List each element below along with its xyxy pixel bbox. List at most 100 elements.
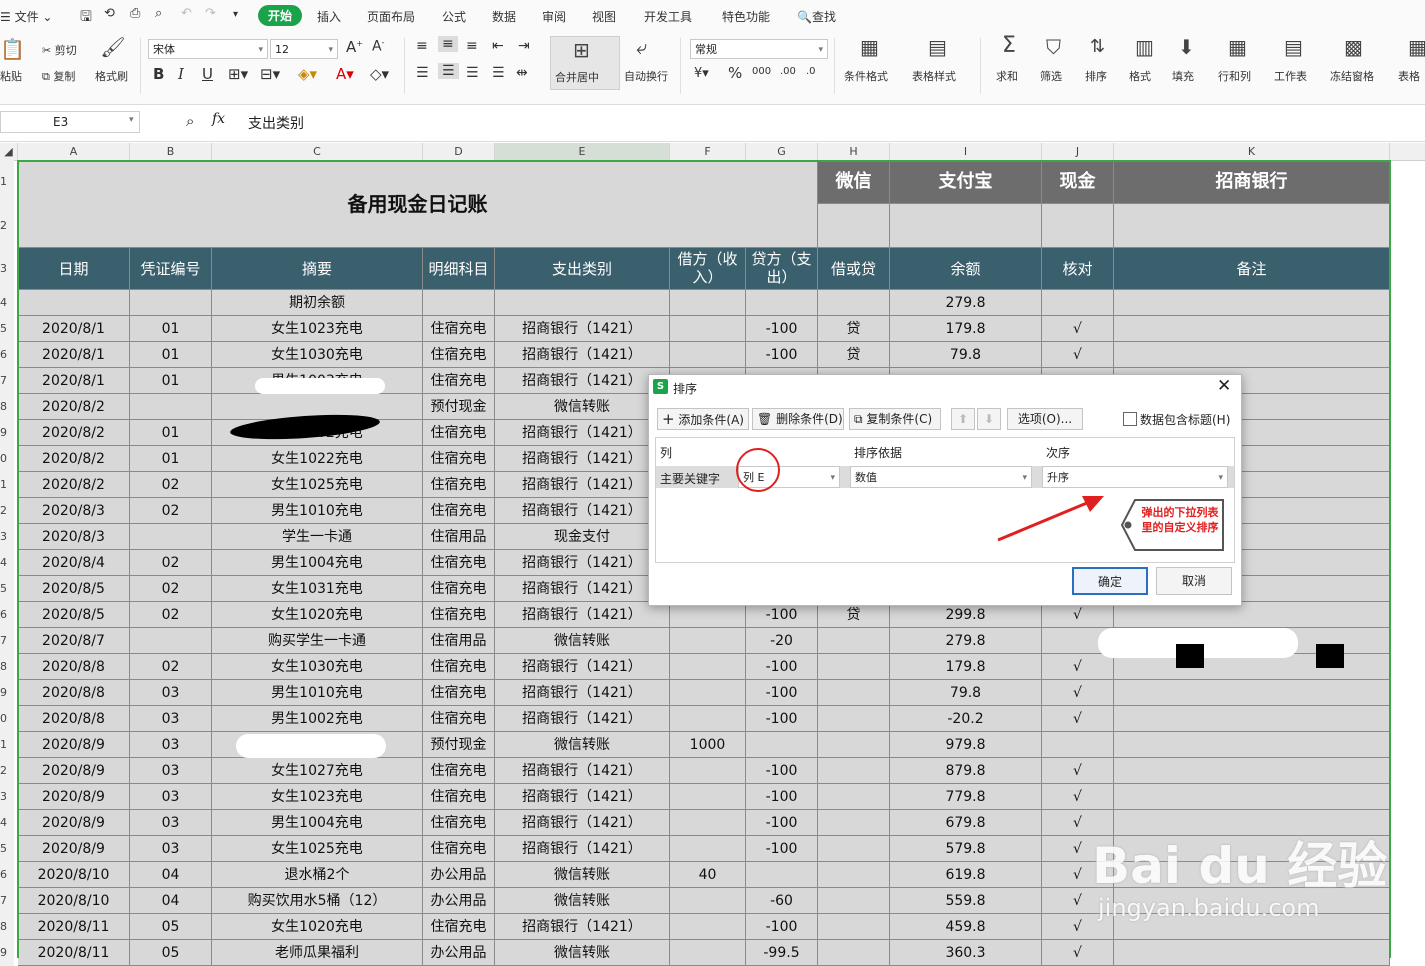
cell-credit[interactable]: -99.5 <box>746 940 818 966</box>
italic-button[interactable]: I <box>178 65 184 83</box>
cell-summary[interactable]: 女生1027充电 <box>212 758 423 784</box>
cell-date[interactable]: 2020/8/8 <box>18 654 130 680</box>
cell-remark[interactable] <box>1114 342 1390 368</box>
row-number[interactable]: 3 <box>0 784 14 810</box>
cell-direction[interactable] <box>818 628 890 654</box>
cell-account[interactable]: 住宿充电 <box>423 680 495 706</box>
table-tools-button[interactable]: 表格 <box>1398 68 1420 84</box>
cell-voucher[interactable] <box>130 394 212 420</box>
column-title-account[interactable]: 明细科目 <box>423 248 495 290</box>
cell-voucher[interactable]: 04 <box>130 888 212 914</box>
row-number[interactable]: 9 <box>0 940 14 966</box>
account-header-wechat[interactable]: 微信 <box>818 160 890 204</box>
cell-check[interactable]: √ <box>1042 316 1114 342</box>
column-title-remark[interactable]: 备注 <box>1114 248 1390 290</box>
sort-button[interactable]: 排序 <box>1085 68 1107 84</box>
cell-summary[interactable]: 女生1020充电 <box>212 914 423 940</box>
freeze-panes-icon[interactable]: ▩ <box>1344 37 1363 57</box>
row-number[interactable]: 5 <box>0 576 14 602</box>
zoom-search-icon[interactable]: ⌕ <box>186 112 194 130</box>
worksheet-button[interactable]: 工作表 <box>1274 68 1307 84</box>
cell-remark[interactable] <box>1114 940 1390 966</box>
indent-increase-icon[interactable]: ⇥ <box>518 38 530 54</box>
tab-review[interactable]: 审阅 <box>542 8 566 25</box>
cell-summary[interactable]: 男生1004充电 <box>212 550 423 576</box>
cell-check[interactable]: √ <box>1042 342 1114 368</box>
column-header[interactable]: J <box>1042 143 1114 160</box>
cell-voucher[interactable]: 03 <box>130 836 212 862</box>
cell-voucher[interactable]: 02 <box>130 498 212 524</box>
cell-account[interactable]: 住宿充电 <box>423 810 495 836</box>
tab-formula[interactable]: 公式 <box>442 8 466 25</box>
column-header[interactable]: K <box>1114 143 1390 160</box>
cell-debit[interactable] <box>670 680 746 706</box>
header-checkbox-label[interactable]: 数据包含标题(H) <box>1140 411 1230 428</box>
worksheet-icon[interactable]: ▤ <box>1284 37 1303 57</box>
thousands-icon[interactable]: 000 <box>752 66 771 77</box>
cell-debit[interactable] <box>670 628 746 654</box>
column-title-debit[interactable]: 借方（收入） <box>670 248 746 290</box>
cell-date[interactable] <box>18 290 130 316</box>
cell-style-icon[interactable]: ⊟▾ <box>260 65 280 83</box>
column-header[interactable]: A <box>18 143 130 160</box>
copy-button[interactable]: ⧉ 复制 <box>42 68 75 84</box>
cell-date[interactable]: 2020/8/10 <box>18 888 130 914</box>
options-button[interactable]: 选项(O)... <box>1007 408 1083 430</box>
row-number[interactable]: 6 <box>0 862 14 888</box>
select-all-corner[interactable]: ◢ <box>0 143 18 160</box>
cell-direction[interactable] <box>818 784 890 810</box>
format-button[interactable]: 格式 <box>1129 68 1151 84</box>
row-number[interactable]: 9 <box>0 420 14 446</box>
cell-debit[interactable] <box>670 810 746 836</box>
cell-debit[interactable] <box>670 836 746 862</box>
cell-check[interactable] <box>1042 290 1114 316</box>
cell-balance[interactable]: 619.8 <box>890 862 1042 888</box>
cell-credit[interactable]: -100 <box>746 758 818 784</box>
cell-summary[interactable]: 男生1010充电 <box>212 498 423 524</box>
tab-insert[interactable]: 插入 <box>317 8 341 25</box>
cell-account[interactable]: 预付现金 <box>423 394 495 420</box>
cell-direction[interactable] <box>818 654 890 680</box>
cell-credit[interactable]: -20 <box>746 628 818 654</box>
conditional-format-button[interactable]: 条件格式 <box>844 68 888 84</box>
sum-button[interactable]: 求和 <box>996 68 1018 84</box>
cell-account[interactable]: 办公用品 <box>423 888 495 914</box>
cell-direction[interactable]: 贷 <box>818 342 890 368</box>
cell-voucher[interactable]: 05 <box>130 940 212 966</box>
cell-direction[interactable]: 贷 <box>818 316 890 342</box>
cell-account[interactable]: 住宿充电 <box>423 602 495 628</box>
cell-category[interactable]: 招商银行（1421） <box>495 602 670 628</box>
cell-summary[interactable]: 女生1030充电 <box>212 654 423 680</box>
row-number[interactable]: 3 <box>0 248 14 290</box>
cell-debit[interactable] <box>670 290 746 316</box>
cell-voucher[interactable]: 03 <box>130 758 212 784</box>
cell-direction[interactable] <box>818 888 890 914</box>
cell-voucher[interactable]: 01 <box>130 316 212 342</box>
cell-date[interactable]: 2020/8/10 <box>18 862 130 888</box>
column-header[interactable]: H <box>818 143 890 160</box>
cell-summary[interactable]: 女生1025充电 <box>212 836 423 862</box>
cell-balance[interactable]: -20.2 <box>890 706 1042 732</box>
column-header[interactable]: F <box>670 143 746 160</box>
cell-category[interactable]: 招商银行（1421） <box>495 680 670 706</box>
format-painter-icon[interactable]: 🖌 <box>100 37 126 57</box>
cell-summary[interactable]: 女生1025充电 <box>212 472 423 498</box>
align-right-icon[interactable]: ☰ <box>466 65 479 81</box>
tab-view[interactable]: 视图 <box>592 8 616 25</box>
increase-decimal-icon[interactable]: .00 <box>780 66 796 77</box>
cell-debit[interactable] <box>670 758 746 784</box>
cell-summary[interactable]: 女生1022充电 <box>212 446 423 472</box>
column-title-voucher[interactable]: 凭证编号 <box>130 248 212 290</box>
cell-credit[interactable]: -100 <box>746 914 818 940</box>
row-number[interactable]: 7 <box>0 888 14 914</box>
cell-summary[interactable]: 老师瓜果福利 <box>212 940 423 966</box>
account-header-cmb[interactable]: 招商银行 <box>1114 160 1390 204</box>
cell-date[interactable]: 2020/8/9 <box>18 810 130 836</box>
add-condition-button[interactable]: + 添加条件(A) <box>657 408 749 430</box>
cell-date[interactable]: 2020/8/1 <box>18 316 130 342</box>
cell-category[interactable]: 微信转账 <box>495 862 670 888</box>
cell-category[interactable]: 微信转账 <box>495 628 670 654</box>
cell-date[interactable]: 2020/8/2 <box>18 420 130 446</box>
column-header[interactable]: C <box>212 143 423 160</box>
cell-debit[interactable]: 40 <box>670 862 746 888</box>
